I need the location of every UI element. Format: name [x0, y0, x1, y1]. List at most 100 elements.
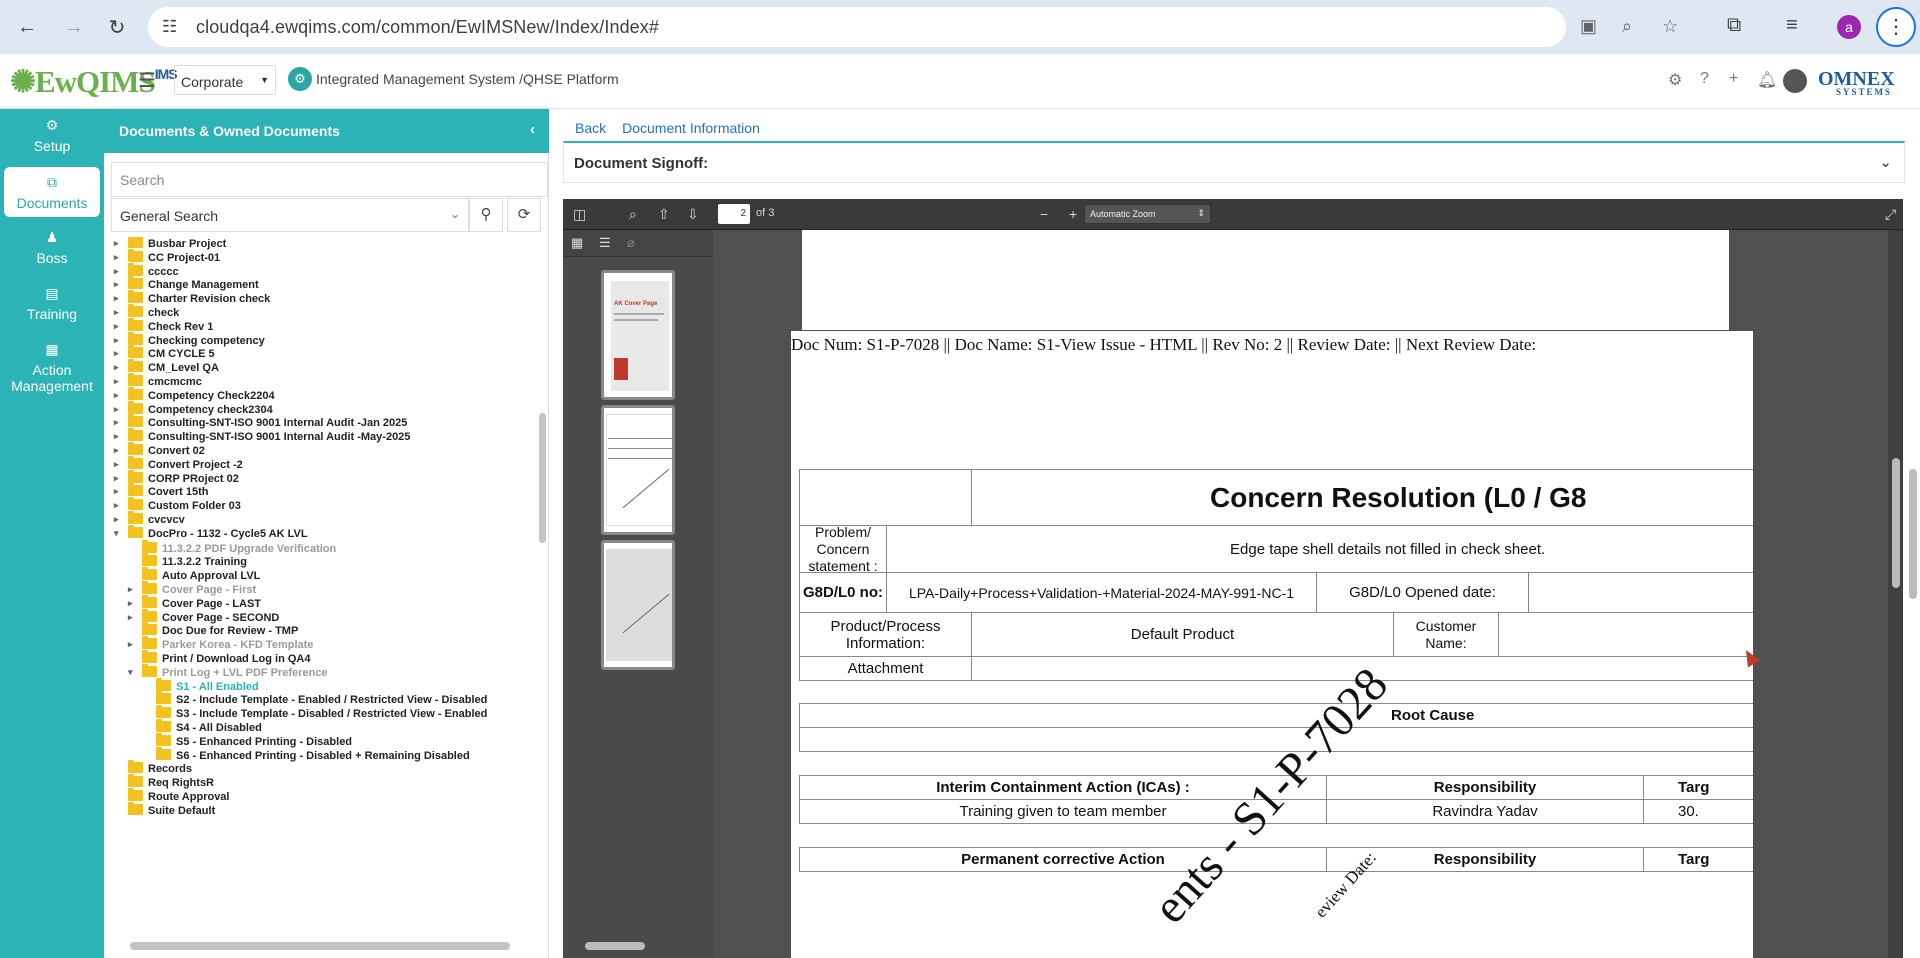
attachments-icon[interactable]: ⌀	[627, 235, 635, 251]
tree-folder-label: Print Log + LVL PDF Preference	[162, 666, 328, 679]
expand-caret-icon[interactable]: ▸	[114, 445, 119, 456]
tree-folder-item[interactable]: Suite Default	[128, 801, 215, 820]
settings-icon[interactable]: ⚙	[1668, 70, 1682, 90]
folder-icon	[128, 511, 143, 524]
address-bar[interactable]: ☷ cloudqa4.ewqims.com/common/EwIMSNew/In…	[148, 7, 1678, 47]
collapse-caret-icon[interactable]: ▾	[114, 528, 119, 539]
outline-view-icon[interactable]: ☰	[599, 235, 611, 251]
folder-icon	[142, 567, 157, 581]
expand-caret-icon[interactable]: ▸	[114, 335, 119, 346]
expand-caret-icon[interactable]: ▸	[114, 500, 119, 511]
page-number-input[interactable]: 2	[718, 204, 750, 224]
site-info-icon[interactable]: ☷	[162, 17, 177, 37]
media-controls-icon[interactable]: ≡	[1786, 14, 1798, 37]
main-sidebar: ⚙ Setup ⧉ Documents ♟ Boss ▤ Training ▦ Actio…	[0, 109, 104, 958]
previous-page-icon[interactable]: ⇧	[658, 206, 670, 223]
tree-folder-item[interactable]: ▾ DocPro - 1132 - Cycle5 AK LVL	[114, 524, 308, 543]
next-page-icon[interactable]: ⇩	[687, 206, 699, 223]
browser-menu-icon[interactable]: ⋮	[1876, 7, 1916, 47]
tree-folder-label: Custom Folder 03	[148, 500, 241, 513]
chevron-down-icon[interactable]: ⌄	[1879, 153, 1892, 171]
expand-caret-icon[interactable]: ▸	[114, 362, 119, 373]
sidebar-item-boss[interactable]: ♟ Boss	[4, 229, 100, 273]
refresh-button[interactable]: ⟳	[507, 198, 541, 232]
sidebar-toggle-icon[interactable]: ◫	[573, 206, 586, 223]
reload-icon[interactable]: ↻	[103, 13, 131, 41]
tree-vertical-scrollbar[interactable]	[537, 243, 547, 933]
search-button[interactable]: ⚲	[469, 198, 503, 232]
folder-icon	[128, 248, 143, 262]
expand-caret-icon[interactable]: ▸	[114, 307, 119, 318]
zoom-out-icon[interactable]: −	[1040, 206, 1048, 222]
document-signoff-panel[interactable]: Document Signoff: ⌄	[563, 141, 1905, 183]
expand-caret-icon[interactable]: ▸	[114, 514, 119, 525]
document-information-link[interactable]: Document Information	[622, 120, 760, 136]
back-link[interactable]: Back	[575, 120, 606, 136]
tree-folder-label: cvcvcv	[148, 514, 185, 526]
tree-folder-label: Covert 15th	[148, 486, 209, 499]
search-type-select[interactable]: General Search ⌄	[111, 198, 469, 232]
sidebar-item-action-management[interactable]: ▦ Action Management	[4, 341, 100, 405]
extensions-icon[interactable]: ⧉	[1727, 14, 1741, 37]
expand-caret-icon[interactable]: ▸	[114, 390, 119, 401]
fullscreen-icon[interactable]: ⤢	[1885, 206, 1896, 223]
tree-horizontal-scrollbar[interactable]	[104, 938, 544, 952]
expand-caret-icon[interactable]: ▸	[114, 348, 119, 359]
bookmark-star-icon[interactable]: ☆	[1662, 16, 1678, 37]
tree-folder-label: S1 - All Enabled	[176, 680, 259, 693]
collapse-chevron-icon[interactable]: ‹	[530, 121, 535, 138]
entity-select[interactable]: Corporate ▼	[174, 65, 276, 95]
expand-caret-icon[interactable]: ▸	[114, 417, 119, 428]
sidebar-item-training[interactable]: ▤ Training	[4, 285, 100, 329]
tree-folder-item[interactable]: S6 - Enhanced Printing - Disabled + Rema…	[156, 746, 470, 765]
expand-caret-icon[interactable]: ▸	[114, 238, 119, 249]
omnex-logo: OMNEX SYSTEMS	[1818, 68, 1895, 97]
pdf-vertical-scrollbar[interactable]	[1889, 230, 1903, 958]
customer-label: Customer Name:	[1393, 612, 1499, 657]
expand-caret-icon[interactable]: ▸	[114, 321, 119, 332]
expand-caret-icon[interactable]: ▸	[114, 404, 119, 415]
collapse-caret-icon[interactable]: ▾	[128, 667, 133, 678]
expand-caret-icon[interactable]: ▸	[114, 376, 119, 387]
zoom-icon[interactable]: ⌕	[1622, 16, 1632, 37]
notification-bell-icon[interactable]: 🔔︎	[1757, 70, 1777, 90]
expand-caret-icon[interactable]: ▸	[114, 293, 119, 304]
page-thumbnail-1[interactable]: AK Cover Page	[601, 270, 675, 400]
add-icon[interactable]: +	[1729, 70, 1738, 88]
page-vertical-scrollbar[interactable]	[1907, 199, 1919, 958]
tree-search-input[interactable]: Search	[111, 162, 548, 197]
find-icon[interactable]: ⌕	[629, 206, 637, 223]
tree-folder-label: Auto Approval LVL	[162, 570, 261, 583]
thumbnail-scrollbar[interactable]	[563, 939, 693, 953]
expand-caret-icon[interactable]: ▸	[114, 459, 119, 470]
expand-caret-icon[interactable]: ▸	[114, 486, 119, 497]
expand-caret-icon[interactable]: ▸	[128, 598, 133, 609]
translate-icon[interactable]: ▣	[1580, 16, 1597, 37]
user-avatar[interactable]	[1783, 69, 1807, 93]
expand-caret-icon[interactable]: ▸	[114, 252, 119, 263]
zoom-select[interactable]: Automatic Zoom ⇕	[1084, 204, 1211, 224]
zoom-in-icon[interactable]: +	[1069, 206, 1077, 222]
folder-icon	[142, 636, 157, 650]
hamburger-menu-icon[interactable]: ☰	[138, 68, 156, 93]
page-thumbnail-3[interactable]	[601, 540, 675, 670]
expand-caret-icon[interactable]: ▸	[114, 279, 119, 290]
url-text[interactable]: cloudqa4.ewqims.com/common/EwIMSNew/Inde…	[196, 17, 659, 38]
expand-caret-icon[interactable]: ▸	[128, 639, 133, 650]
expand-caret-icon[interactable]: ▸	[128, 612, 133, 623]
sidebar-item-documents[interactable]: ⧉ Documents	[4, 167, 100, 217]
sidebar-item-setup[interactable]: ⚙ Setup	[4, 115, 100, 161]
expand-caret-icon[interactable]: ▸	[128, 584, 133, 595]
platform-gear-icon: ⚙	[288, 67, 312, 91]
thumbnail-view-icon[interactable]: ▦	[571, 235, 583, 251]
expand-caret-icon[interactable]: ▸	[114, 473, 119, 484]
back-arrow-icon[interactable]: ←	[13, 13, 41, 41]
expand-caret-icon[interactable]: ▸	[114, 431, 119, 442]
page-thumbnail-2[interactable]	[601, 405, 675, 535]
profile-avatar[interactable]: a	[1837, 15, 1861, 39]
forward-arrow-icon[interactable]: →	[60, 13, 88, 41]
help-icon[interactable]: ?	[1700, 70, 1709, 88]
folder-icon	[128, 373, 143, 386]
expand-caret-icon[interactable]: ▸	[114, 266, 119, 277]
gear-icon: ⚙	[45, 117, 59, 133]
